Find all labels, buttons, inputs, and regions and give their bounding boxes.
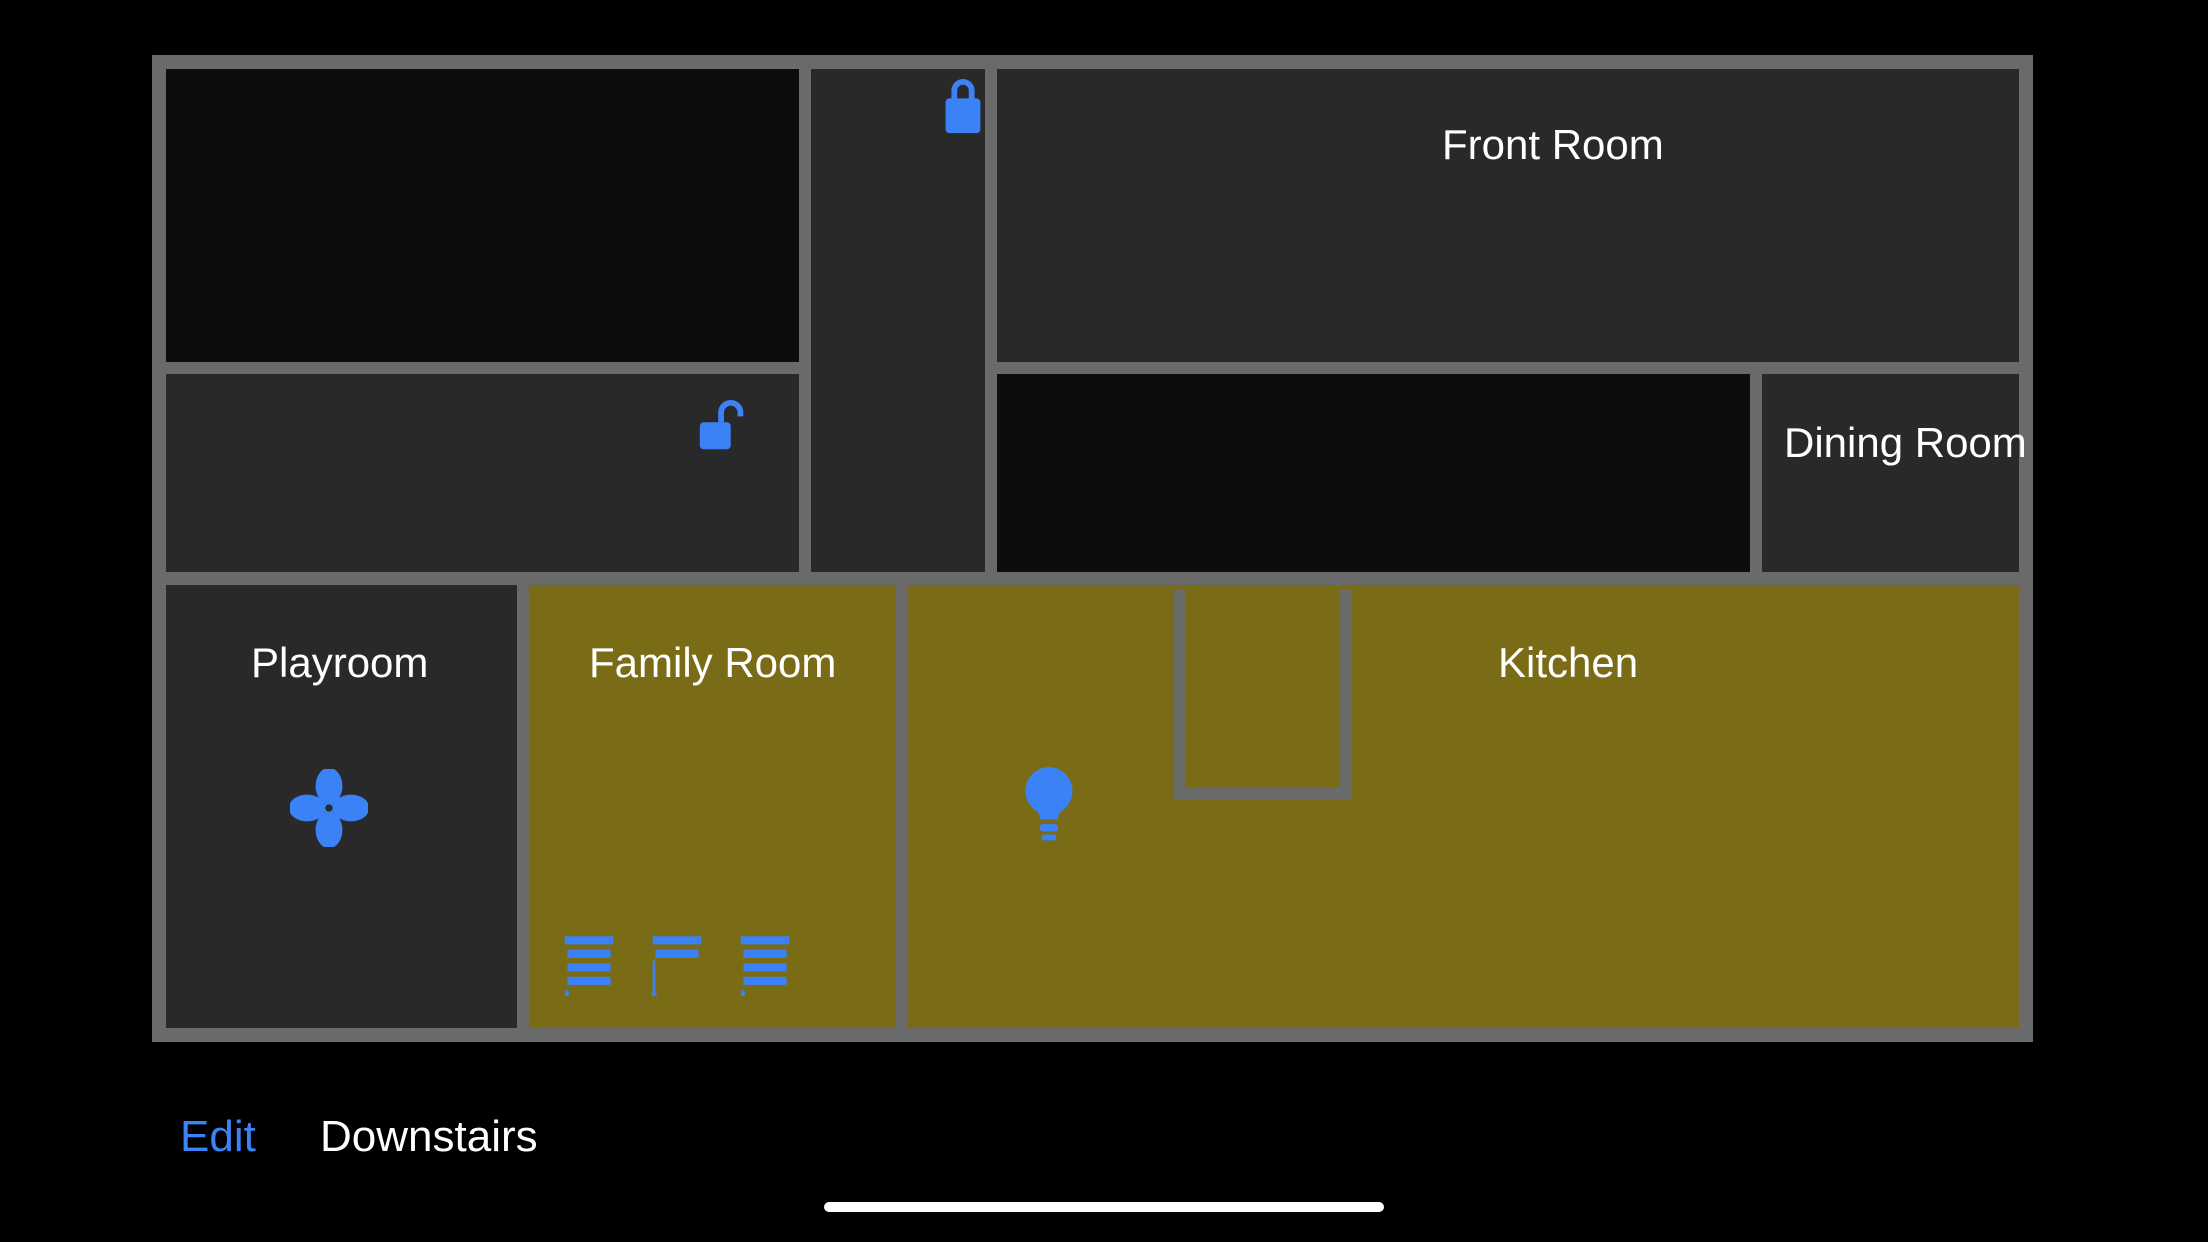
blind-1-icon[interactable]	[562, 936, 616, 996]
room-dining-label: Dining Room	[1784, 419, 2027, 467]
room-family-label: Family Room	[589, 639, 836, 687]
floorplan-frame: Front Room Dining Room Playroom Family R…	[152, 55, 2033, 1042]
floorplan-canvas: Front Room Dining Room Playroom Family R…	[0, 0, 2208, 1242]
footer: Edit Downstairs	[0, 1042, 2208, 1242]
room-front[interactable]: Front Room	[997, 69, 2019, 362]
room-dining[interactable]: Dining Room	[1762, 374, 2019, 572]
blind-2-icon[interactable]	[650, 936, 704, 996]
floor-title: Downstairs	[320, 1112, 538, 1162]
lightbulb-icon[interactable]	[1019, 767, 1079, 845]
home-indicator[interactable]	[824, 1202, 1384, 1212]
blind-3-icon[interactable]	[738, 936, 792, 996]
room-unnamed-top-left[interactable]	[166, 69, 799, 362]
lock-locked-icon[interactable]	[939, 79, 987, 137]
fan-icon[interactable]	[290, 769, 368, 847]
room-unnamed-mid-right[interactable]	[997, 374, 1750, 572]
room-front-label: Front Room	[1442, 121, 1664, 169]
kitchen-island	[1174, 589, 1352, 799]
room-playroom-label: Playroom	[251, 639, 428, 687]
edit-button[interactable]: Edit	[180, 1112, 256, 1162]
room-kitchen-label: Kitchen	[1498, 639, 1638, 687]
room-entry[interactable]	[811, 69, 985, 572]
lock-unlocked-icon[interactable]	[694, 399, 752, 457]
